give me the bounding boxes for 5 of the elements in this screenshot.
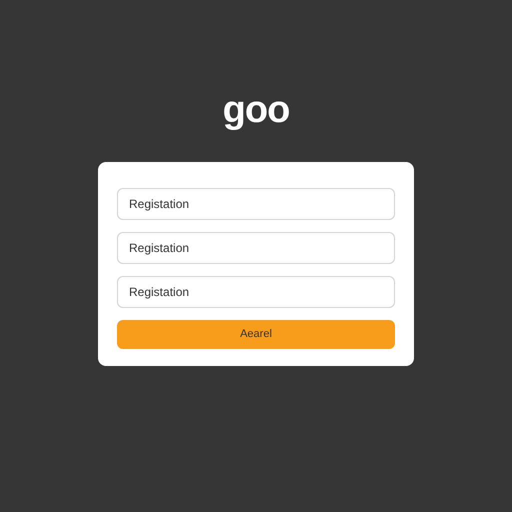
submit-button[interactable]: Aearel — [117, 320, 395, 349]
input-field[interactable]: Registation — [117, 188, 395, 220]
logo: goo — [222, 88, 290, 132]
input-field[interactable]: Registation — [117, 232, 395, 264]
input-field[interactable]: Registation — [117, 276, 395, 308]
